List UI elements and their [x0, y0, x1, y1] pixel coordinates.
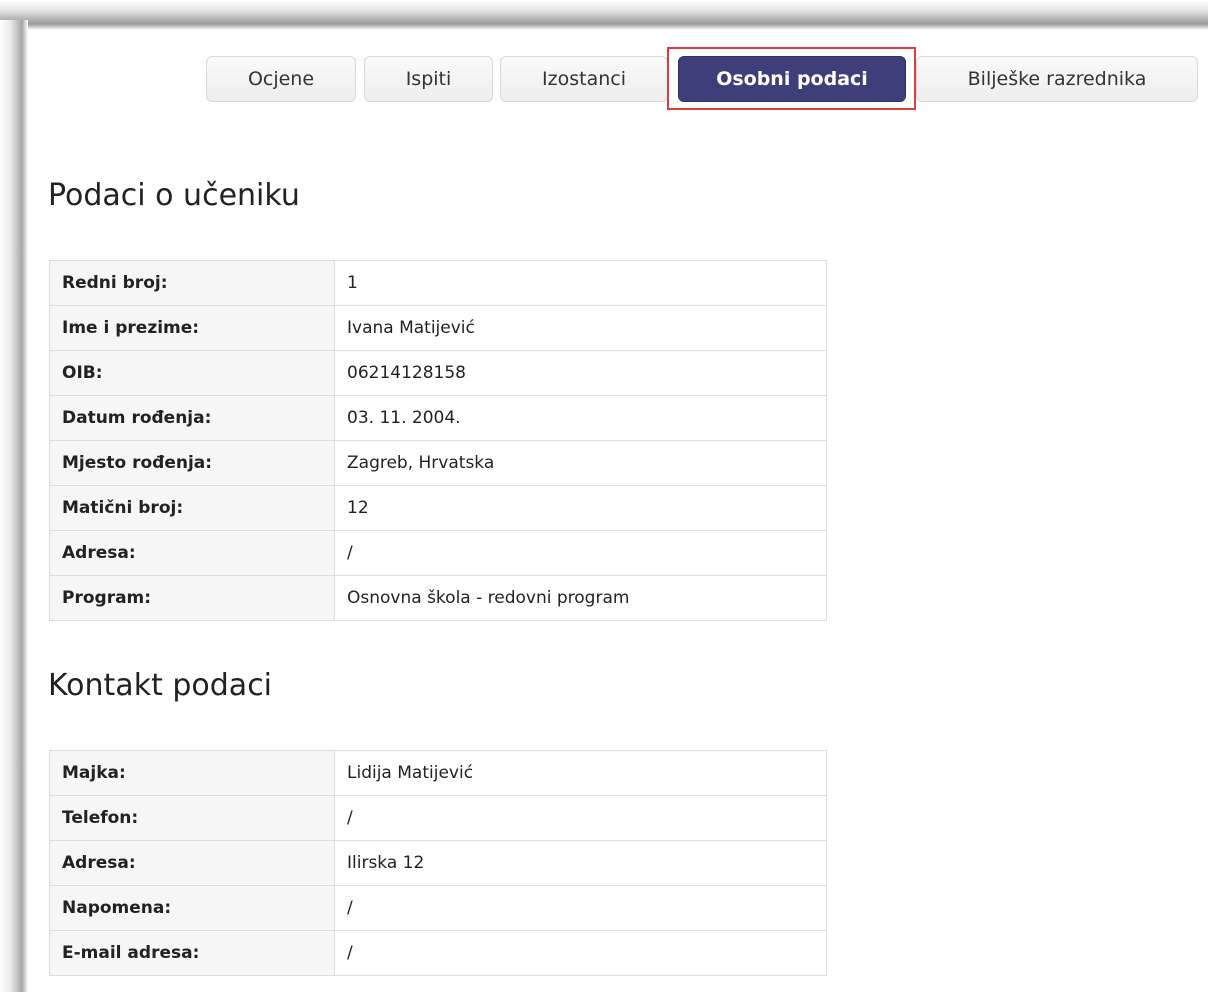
row-label: Napomena:	[49, 885, 335, 931]
row-value: Ilirska 12	[334, 840, 827, 886]
student-info-table: Redni broj: 1 Ime i prezime: Ivana Matij…	[49, 260, 827, 621]
row-value: Ivana Matijević	[334, 305, 827, 351]
row-label: Adresa:	[49, 840, 335, 886]
tab-bar: Ocjene Ispiti Izostanci Osobni podaci Bi…	[28, 47, 1208, 110]
main-content: Ocjene Ispiti Izostanci Osobni podaci Bi…	[28, 30, 1208, 992]
table-row: Redni broj: 1	[49, 260, 827, 306]
tab-biljeske-razrednika[interactable]: Bilješke razrednika	[916, 56, 1198, 102]
row-label: Ime i prezime:	[49, 305, 335, 351]
table-row: Mjesto rođenja: Zagreb, Hrvatska	[49, 440, 827, 486]
row-label: Matični broj:	[49, 485, 335, 531]
table-row: E-mail adresa: /	[49, 930, 827, 976]
table-row: Datum rođenja: 03. 11. 2004.	[49, 395, 827, 441]
tab-ispiti[interactable]: Ispiti	[364, 56, 493, 102]
contact-info-table: Majka: Lidija Matijević Telefon: / Adres…	[49, 750, 827, 976]
row-value: /	[334, 795, 827, 841]
student-section-title: Podaci o učeniku	[48, 178, 300, 213]
row-label: E-mail adresa:	[49, 930, 335, 976]
row-label: Mjesto rođenja:	[49, 440, 335, 486]
row-label: Telefon:	[49, 795, 335, 841]
row-label: Adresa:	[49, 530, 335, 576]
row-value: Zagreb, Hrvatska	[334, 440, 827, 486]
row-value: Osnovna škola - redovni program	[334, 575, 827, 621]
row-label: OIB:	[49, 350, 335, 396]
top-shadow	[0, 0, 1208, 30]
table-row: Matični broj: 12	[49, 485, 827, 531]
active-tab-highlight	[667, 47, 916, 110]
row-label: Datum rođenja:	[49, 395, 335, 441]
row-value: /	[334, 930, 827, 976]
screenshot-frame: Ocjene Ispiti Izostanci Osobni podaci Bi…	[0, 0, 1208, 992]
row-value: 12	[334, 485, 827, 531]
tab-izostanci[interactable]: Izostanci	[500, 56, 668, 102]
table-row: Program: Osnovna škola - redovni program	[49, 575, 827, 621]
table-row: Telefon: /	[49, 795, 827, 841]
table-row: OIB: 06214128158	[49, 350, 827, 396]
row-label: Redni broj:	[49, 260, 335, 306]
row-value: /	[334, 530, 827, 576]
row-value: Lidija Matijević	[334, 750, 827, 796]
row-value: 03. 11. 2004.	[334, 395, 827, 441]
table-row: Adresa: Ilirska 12	[49, 840, 827, 886]
table-row: Napomena: /	[49, 885, 827, 931]
tab-ocjene[interactable]: Ocjene	[206, 56, 356, 102]
table-row: Majka: Lidija Matijević	[49, 750, 827, 796]
row-value: 1	[334, 260, 827, 306]
table-row: Ime i prezime: Ivana Matijević	[49, 305, 827, 351]
row-value: 06214128158	[334, 350, 827, 396]
contact-section-title: Kontakt podaci	[48, 668, 273, 703]
left-shadow	[0, 20, 28, 992]
row-label: Majka:	[49, 750, 335, 796]
table-row: Adresa: /	[49, 530, 827, 576]
row-label: Program:	[49, 575, 335, 621]
row-value: /	[334, 885, 827, 931]
